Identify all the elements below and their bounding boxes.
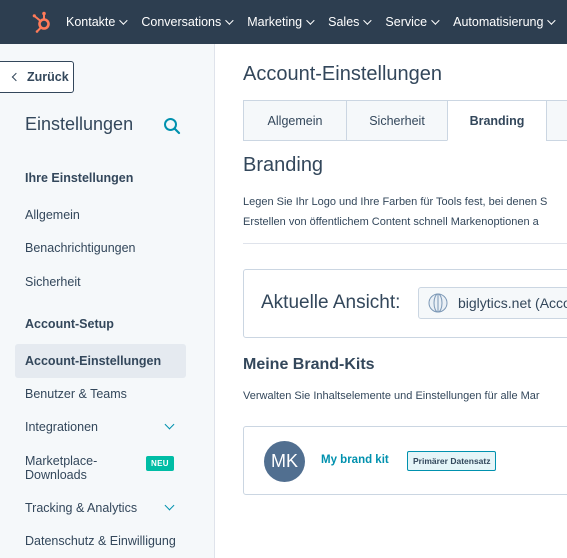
branding-description-line: Legen Sie Ihr Logo und Ihre Farben für T…: [243, 196, 548, 208]
nav-item-label: Kontakte: [66, 15, 116, 29]
current-view-select[interactable]: biglytics.net (Acco: [418, 287, 567, 319]
section-heading-personal: Ihre Einstellungen: [25, 171, 134, 185]
branding-description: Legen Sie Ihr Logo und Ihre Farben für T…: [243, 192, 547, 232]
sidebar-title: Einstellungen: [25, 114, 134, 134]
brand-kits-description: Verwalten Sie Inhaltselemente und Einste…: [243, 390, 540, 402]
chevron-down-icon: [547, 16, 557, 25]
divider: [243, 243, 567, 244]
sidebar-item-account-settings[interactable]: Account-Einstellungen: [15, 344, 186, 378]
nav-item-label: Marketing: [247, 15, 303, 29]
brand-kits-heading: Meine Brand-Kits: [243, 356, 375, 373]
chevron-down-icon: [225, 16, 234, 25]
brand-kit-card: MK My brand kit Primärer Datensatz: [243, 426, 567, 495]
nav-item-label: Conversations: [141, 15, 222, 29]
branding-heading: Branding: [243, 154, 324, 176]
hubspot-logo-icon[interactable]: [30, 10, 54, 34]
nav-item-label: Service: [385, 15, 428, 29]
section-heading-account: Account-Setup: [25, 317, 114, 331]
nav-item-sales[interactable]: Sales: [328, 15, 373, 29]
settings-sidebar: Zurück Einstellungen Ihre Einstellungen …: [0, 44, 215, 558]
search-icon[interactable]: [163, 117, 181, 135]
sidebar-item-privacy[interactable]: Datenschutz & Einwilligung: [25, 534, 185, 548]
back-button[interactable]: Zurück: [0, 61, 74, 93]
top-navigation: Kontakte Conversations Marketing Sales S…: [0, 0, 567, 44]
back-button-label: Zurück: [27, 70, 69, 84]
chevron-down-icon: [431, 16, 440, 25]
tab-general[interactable]: Allgemein: [243, 100, 347, 141]
avatar: MK: [264, 441, 305, 482]
chevron-down-icon: [363, 16, 373, 25]
sidebar-item-tracking[interactable]: Tracking & Analytics: [25, 501, 185, 515]
sidebar-item-users-teams[interactable]: Benutzer & Teams: [25, 387, 185, 401]
new-badge: NEU: [146, 456, 174, 471]
main-content: Account-Einstellungen Allgemein Sicherhe…: [216, 44, 567, 558]
primary-record-badge: Primärer Datensatz: [407, 451, 497, 471]
sidebar-item-marketplace[interactable]: Marketplace-Downloads: [25, 454, 135, 482]
chevron-down-icon: [306, 16, 315, 25]
tab-more[interactable]: [546, 100, 567, 141]
sidebar-item-general[interactable]: Allgemein: [25, 208, 185, 222]
sidebar-item-security[interactable]: Sicherheit: [25, 275, 185, 289]
page-title: Account-Einstellungen: [243, 63, 443, 85]
globe-icon: [428, 293, 448, 313]
current-view-label: Aktuelle Ansicht:: [261, 292, 401, 313]
chevron-left-icon: [11, 72, 21, 82]
nav-item-marketing[interactable]: Marketing: [247, 15, 315, 29]
sidebar-item-integrations[interactable]: Integrationen: [25, 420, 185, 434]
tab-security[interactable]: Sicherheit: [346, 100, 448, 141]
tab-branding[interactable]: Branding: [447, 100, 547, 141]
chevron-down-icon: [119, 16, 129, 25]
branding-description-line: Erstellen von öffentlichem Content schne…: [243, 216, 539, 228]
nav-item-service[interactable]: Service: [385, 15, 440, 29]
nav-item-kontakte[interactable]: Kontakte: [66, 15, 129, 29]
nav-item-automatisierung[interactable]: Automatisierung: [453, 15, 557, 29]
nav-item-conversations[interactable]: Conversations: [141, 15, 234, 29]
brand-kit-link[interactable]: My brand kit: [321, 454, 389, 466]
nav-item-label: Automatisierung: [453, 15, 544, 29]
settings-tabs: Allgemein Sicherheit Branding: [243, 100, 567, 141]
current-view-panel: Aktuelle Ansicht: biglytics.net (Acco: [243, 269, 567, 338]
nav-item-label: Sales: [328, 15, 360, 29]
sidebar-item-notifications[interactable]: Benachrichtigungen: [25, 241, 185, 255]
current-view-value: biglytics.net (Acco: [458, 295, 567, 311]
